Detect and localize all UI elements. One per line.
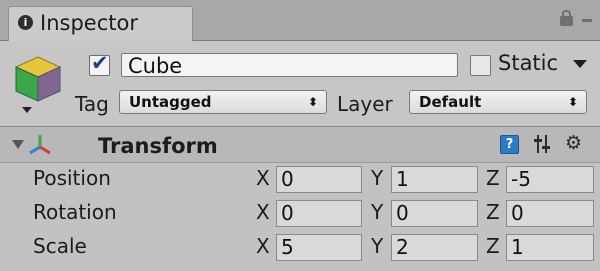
dropdown-arrows-icon: ⬍ (567, 95, 578, 109)
transform-axes-icon (29, 135, 51, 155)
sliders-icon[interactable] (533, 134, 551, 154)
static-label: Static (498, 51, 559, 75)
axis-y-label[interactable]: Y (371, 166, 383, 190)
info-icon: i (18, 15, 33, 30)
scale-y-field[interactable]: 2 (391, 234, 478, 261)
transform-title: Transform (98, 134, 218, 158)
axis-z-label[interactable]: Z (486, 234, 500, 258)
position-z-field[interactable]: -5 (506, 166, 594, 193)
inspector-window: i Inspector ✔ Cube Static Tag Untagged ⬍… (0, 0, 600, 271)
layer-value: Default (419, 93, 482, 111)
axis-y-label[interactable]: Y (371, 234, 383, 258)
tag-value: Untagged (129, 93, 212, 111)
transform-component-header[interactable]: Transform ? ⚙ (0, 126, 600, 163)
layer-label: Layer (337, 92, 393, 116)
axis-x-label[interactable]: X (256, 200, 270, 224)
tag-label: Tag (75, 92, 109, 116)
rotation-x-field[interactable]: 0 (276, 200, 362, 227)
tab-bar: i Inspector (0, 0, 600, 41)
rotation-y-field[interactable]: 0 (391, 200, 478, 227)
dropdown-arrows-icon: ⬍ (307, 95, 318, 109)
checkmark-icon: ✔ (91, 51, 109, 75)
axis-x-label[interactable]: X (256, 234, 270, 258)
axis-x-label[interactable]: X (256, 166, 270, 190)
scale-z-field[interactable]: 1 (506, 234, 594, 261)
object-name-field[interactable]: Cube (121, 53, 458, 78)
axis-z-label[interactable]: Z (486, 166, 500, 190)
rotation-row: Rotation X 0 Y 0 Z 0 (0, 197, 600, 231)
layer-dropdown[interactable]: Default ⬍ (409, 90, 587, 114)
rotation-z-field[interactable]: 0 (506, 200, 594, 227)
axis-z-label[interactable]: Z (486, 200, 500, 224)
rotation-label: Rotation (33, 200, 117, 224)
position-x-field[interactable]: 0 (276, 166, 362, 193)
scale-row: Scale X 5 Y 2 Z 1 (0, 231, 600, 265)
gear-icon[interactable]: ⚙ (565, 132, 582, 154)
scale-label: Scale (33, 234, 87, 258)
tag-dropdown[interactable]: Untagged ⬍ (119, 90, 327, 114)
active-checkbox[interactable]: ✔ (89, 51, 110, 76)
menu-icon[interactable] (582, 19, 592, 22)
object-header: ✔ Cube Static Tag Untagged ⬍ Layer Defau… (0, 41, 600, 125)
position-y-field[interactable]: 1 (391, 166, 478, 193)
position-row: Position X 0 Y 1 Z -5 (0, 163, 600, 197)
axis-y-label[interactable]: Y (371, 200, 383, 224)
static-checkbox[interactable] (470, 55, 491, 76)
cube-icon[interactable] (12, 53, 64, 105)
tab-tools (556, 10, 596, 32)
tab-label: Inspector (40, 11, 138, 35)
tab-inspector[interactable]: i Inspector (8, 6, 193, 41)
position-label: Position (33, 166, 111, 190)
foldout-arrow-icon[interactable] (12, 140, 24, 149)
lock-icon[interactable] (560, 10, 573, 26)
chevron-down-icon[interactable] (22, 107, 32, 113)
static-dropdown-arrow-icon[interactable] (573, 60, 587, 68)
scale-x-field[interactable]: 5 (276, 234, 362, 261)
help-icon[interactable]: ? (500, 135, 519, 154)
